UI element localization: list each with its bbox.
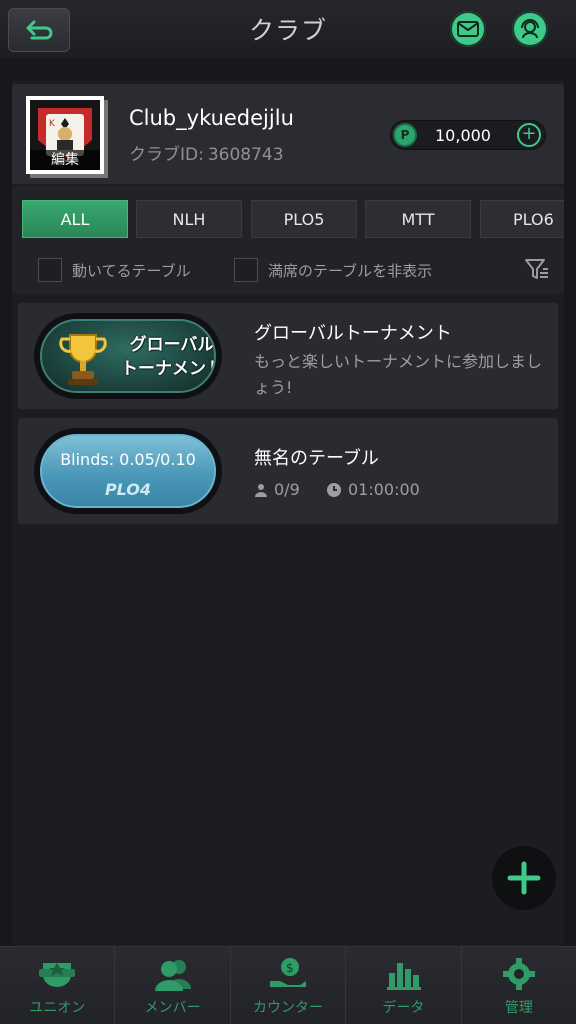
counter-icon: $ <box>270 958 307 987</box>
tournament-badge: グローバル トーナメント <box>34 313 222 399</box>
tournament-description: もっと楽しいトーナメントに参加しましょう! <box>254 352 543 397</box>
tournament-badge-line2: トーナメント <box>121 359 216 379</box>
players-count: 0/9 <box>274 480 300 499</box>
chip-amount: 10,000 <box>435 126 491 145</box>
club-id-value: 3608743 <box>207 145 284 165</box>
page-title: クラブ <box>248 16 327 45</box>
tab-plo5[interactable]: PLO5 <box>251 200 357 238</box>
table-blinds: Blinds: 0.05/0.10 <box>60 450 196 469</box>
table-players: 0/9 <box>254 480 300 499</box>
support-icon <box>521 19 539 39</box>
back-arrow-icon <box>26 20 53 40</box>
club-avatar[interactable]: K 編集 <box>26 96 104 174</box>
bottom-nav: ユニオン メンバー $ カウンター データ 管理 <box>0 946 576 1024</box>
members-icon <box>154 960 191 991</box>
tournament-badge-line1: グローバル <box>129 335 215 355</box>
list-item-global-tournament[interactable]: グローバル トーナメント グローバルトーナメント もっと楽しいトーナメントに参加… <box>18 303 558 409</box>
tournament-badge-text: グローバル トーナメント <box>120 333 216 381</box>
chip-balance: P 10,000 + <box>390 120 546 150</box>
plus-icon <box>507 861 541 895</box>
tab-plo6[interactable]: PLO6 <box>480 200 564 238</box>
tab-all[interactable]: ALL <box>22 200 128 238</box>
nav-data-label: データ <box>382 1000 425 1016</box>
list-item-table[interactable]: Blinds: 0.05/0.10 PLO4 無名のテーブル 0/9 01:00… <box>18 418 558 524</box>
nav-counter-label: カウンター <box>253 1000 324 1016</box>
top-bar: クラブ <box>0 0 576 58</box>
settings-icon <box>502 958 535 990</box>
filter-funnel-icon[interactable] <box>524 258 550 282</box>
mail-icon <box>457 21 479 37</box>
active-tables-label: 動いてるテーブル <box>72 261 191 280</box>
data-icon <box>387 963 422 990</box>
club-id: クラブID: 3608743 <box>129 140 284 165</box>
person-icon <box>255 483 267 497</box>
add-chips-button[interactable]: + <box>517 123 541 147</box>
nav-members[interactable]: メンバー <box>115 947 231 1024</box>
svg-text:$: $ <box>286 961 294 975</box>
club-card: K 編集 Club_ykuedejjlu クラブID: 3608743 P 10,… <box>12 84 564 184</box>
back-button[interactable] <box>8 8 70 52</box>
chip-p-icon: P <box>393 123 417 147</box>
create-table-button[interactable] <box>492 846 556 910</box>
game-filter-bar: ALL NLH PLO5 MTT PLO6 動いてるテーブル 満席のテーブルを非… <box>12 186 564 294</box>
table-game-type: PLO4 <box>104 480 152 499</box>
nav-members-label: メンバー <box>144 1000 201 1016</box>
filter-active-tables[interactable]: 動いてるテーブル <box>38 258 191 282</box>
table-badge: Blinds: 0.05/0.10 PLO4 <box>34 428 222 514</box>
time-value: 01:00:00 <box>348 480 420 499</box>
tournament-title: グローバルトーナメント <box>254 323 452 344</box>
nav-data[interactable]: データ <box>346 947 462 1024</box>
clock-icon <box>327 482 341 497</box>
nav-counter[interactable]: $ カウンター <box>231 947 347 1024</box>
filter-hide-full[interactable]: 満席のテーブルを非表示 <box>234 258 432 282</box>
nav-settings[interactable]: 管理 <box>462 947 576 1024</box>
mail-button[interactable] <box>450 11 486 47</box>
club-name: Club_ykuedejjlu <box>129 106 294 130</box>
union-icon <box>39 963 76 987</box>
nav-union-label: ユニオン <box>29 1000 86 1016</box>
avatar-edit-label[interactable]: 編集 <box>30 150 100 170</box>
hide-full-checkbox[interactable] <box>234 258 258 282</box>
trophy-icon <box>59 334 107 385</box>
nav-settings-label: 管理 <box>504 1000 533 1016</box>
table-time: 01:00:00 <box>326 480 420 499</box>
hide-full-label: 満席のテーブルを非表示 <box>268 261 433 280</box>
nav-union[interactable]: ユニオン <box>0 947 116 1024</box>
active-tables-checkbox[interactable] <box>38 258 62 282</box>
tab-mtt[interactable]: MTT <box>365 200 471 238</box>
support-button[interactable] <box>512 11 548 47</box>
table-title: 無名のテーブル <box>254 448 379 469</box>
tab-nlh[interactable]: NLH <box>136 200 242 238</box>
club-id-label: クラブID: <box>129 145 204 165</box>
